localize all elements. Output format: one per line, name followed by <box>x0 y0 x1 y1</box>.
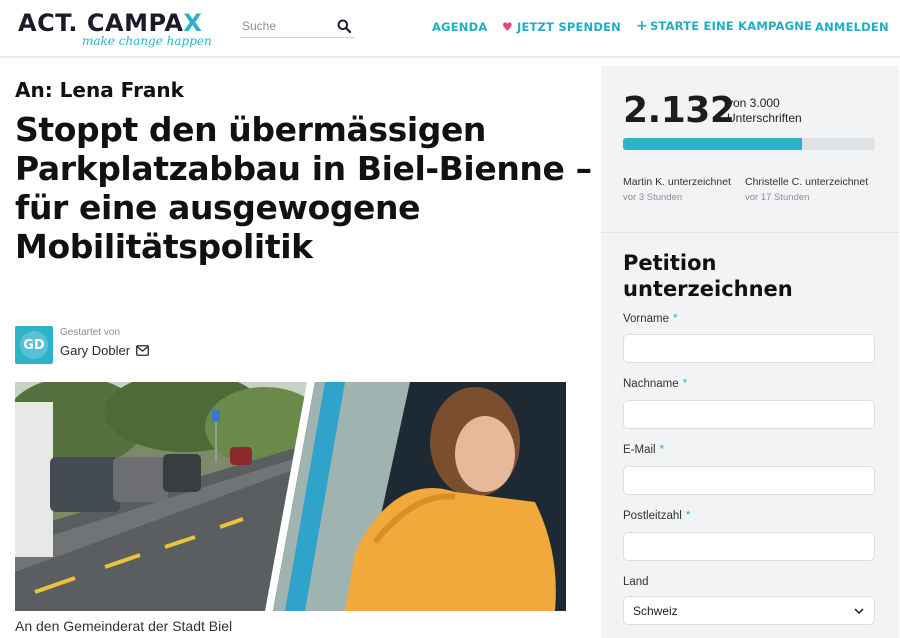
required-mark: * <box>685 510 691 522</box>
goal-line-1: von 3.000 <box>727 96 780 110</box>
email-label-text: E-Mail <box>623 444 656 456</box>
sign-form-heading-line-2: unterzeichnen <box>623 277 793 301</box>
petition-hero-image <box>15 382 566 611</box>
vorname-field[interactable] <box>623 334 875 363</box>
email-label: E-Mail * <box>623 444 664 456</box>
logo-x: X <box>183 9 203 37</box>
nav-start-campaign[interactable]: + STARTE EINE KAMPAGNE <box>636 18 812 34</box>
nav-agenda[interactable]: AGENDA <box>432 20 487 34</box>
mail-icon[interactable] <box>136 345 149 356</box>
signature-progress-fill <box>623 138 803 150</box>
signature-sidebar: 2.132 von 3.000 Unterschriften Martin K.… <box>601 66 899 638</box>
goal-line-2: Unterschriften <box>727 111 802 125</box>
plz-label-text: Postleitzahl <box>623 510 682 522</box>
nav-donate[interactable]: ♥ JETZT SPENDEN <box>502 20 621 34</box>
email-field[interactable] <box>623 466 875 495</box>
logo-tagline: make change happen <box>82 34 212 48</box>
chevron-down-icon <box>854 608 864 615</box>
plz-field[interactable] <box>623 532 875 561</box>
land-label: Land <box>623 576 649 588</box>
recent-signer: Christelle C. unterzeichnet vor 17 Stund… <box>745 176 871 203</box>
nachname-label: Nachname * <box>623 378 687 390</box>
nachname-field[interactable] <box>623 400 875 429</box>
search-box <box>240 15 354 38</box>
petition-caption: An den Gemeinderat der Stadt Biel <box>15 618 233 634</box>
plz-label: Postleitzahl * <box>623 510 690 522</box>
signature-count: 2.132 <box>623 90 735 131</box>
starter-name[interactable]: Gary Dobler <box>60 343 130 358</box>
recent-signer-name: Martin K. unterzeichnet <box>623 176 731 188</box>
signature-goal: von 3.000 Unterschriften <box>727 96 802 126</box>
nav-login[interactable]: ANMELDEN <box>815 20 889 34</box>
vorname-label-text: Vorname <box>623 313 670 325</box>
hero-illustration <box>15 382 566 611</box>
petition-addressee: An: Lena Frank <box>15 78 184 102</box>
started-by-label: Gestartet von <box>60 327 121 338</box>
search-icon[interactable] <box>337 19 351 33</box>
avatar-initials: GD <box>20 331 48 359</box>
nav-donate-label: JETZT SPENDEN <box>516 20 621 34</box>
recent-signer: Martin K. unterzeichnet vor 3 Stunden <box>623 176 739 203</box>
required-mark: * <box>659 444 665 456</box>
avatar[interactable]: GD <box>15 326 53 364</box>
nav-start-campaign-label: STARTE EINE KAMPAGNE <box>649 19 813 33</box>
recent-signer-time: vor 3 Stunden <box>623 192 683 203</box>
sign-form-heading: Petition unterzeichnen <box>623 250 793 302</box>
signature-progress-bar <box>623 138 875 150</box>
recent-signer-name: Christelle C. unterzeichnet <box>745 176 869 188</box>
logo[interactable]: ACT. CAMPAX make change happen <box>18 9 212 53</box>
sign-form-heading-line-1: Petition <box>623 251 717 275</box>
country-select[interactable]: Schweiz <box>623 596 875 625</box>
divider <box>601 232 899 233</box>
search-input[interactable] <box>240 15 332 37</box>
heart-icon: ♥ <box>502 20 513 34</box>
petition-title: Stoppt den übermässigen Parkplatzabbau i… <box>15 110 592 266</box>
country-select-value: Schweiz <box>633 604 678 618</box>
recent-signer-time: vor 17 Stunden <box>745 192 810 203</box>
required-mark: * <box>682 378 688 390</box>
vorname-label: Vorname * <box>623 313 678 325</box>
nachname-label-text: Nachname <box>623 378 679 390</box>
starter: Gary Dobler <box>60 343 149 358</box>
plus-icon: + <box>636 18 648 34</box>
logo-text: ACT. CAMPA <box>18 9 184 37</box>
required-mark: * <box>673 313 678 325</box>
site-header: ACT. CAMPAX make change happen AGENDA ♥J… <box>0 0 900 58</box>
